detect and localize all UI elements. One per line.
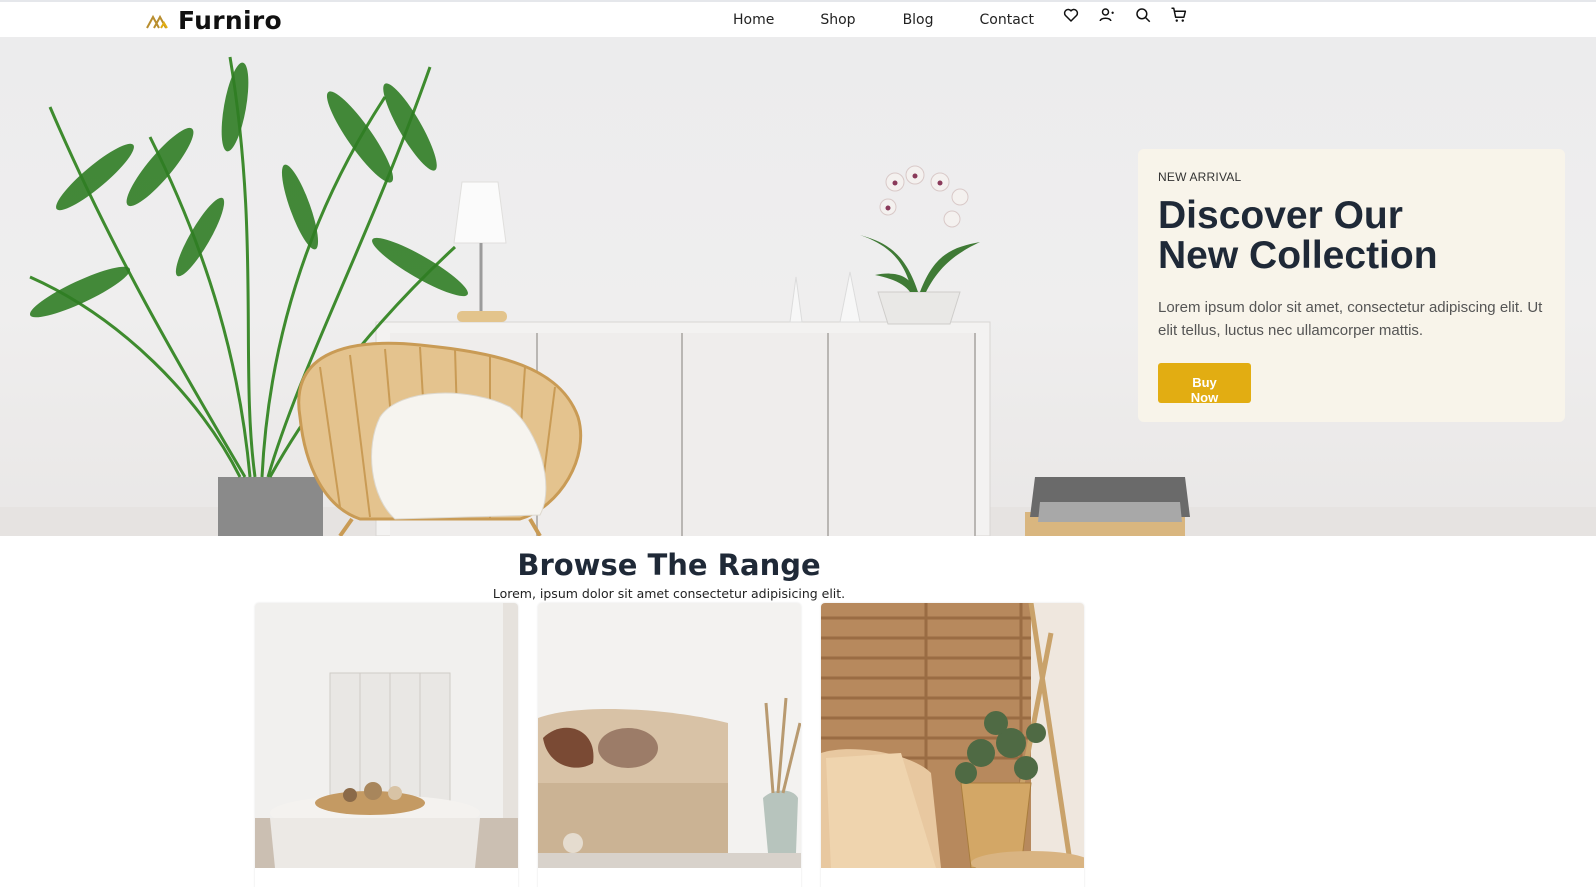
range-tile-living[interactable] [538, 603, 801, 887]
brand-name: Furniro [178, 6, 282, 35]
range-image-living [538, 603, 801, 868]
buy-now-button[interactable]: Buy Now [1158, 363, 1251, 405]
hero-title-line1: Discover Our [1158, 194, 1403, 237]
cart-icon[interactable] [1170, 6, 1188, 24]
heart-icon[interactable] [1062, 6, 1080, 24]
nav-home[interactable]: Home [733, 12, 774, 28]
range-tile-bedroom[interactable] [821, 603, 1084, 887]
range-tiles [255, 603, 1084, 887]
brand-logo[interactable]: Furniro [146, 6, 282, 35]
range-tile-dining[interactable] [255, 603, 518, 887]
hero-eyebrow: NEW ARRIVAL [1158, 170, 1242, 184]
account-icon[interactable] [1098, 6, 1116, 24]
range-image-bedroom [821, 603, 1084, 868]
new-arrival-card: NEW ARRIVAL Discover Our New Collection … [1138, 149, 1565, 422]
logo-mark-icon [146, 14, 168, 29]
nav-contact[interactable]: Contact [980, 12, 1034, 28]
hero-banner: NEW ARRIVAL Discover Our New Collection … [0, 37, 1596, 536]
hero-title-line2: New Collection [1158, 234, 1438, 277]
hero-title: Discover Our New Collection [1158, 196, 1545, 276]
header-icons [1062, 6, 1188, 24]
range-image-dining [255, 603, 518, 868]
hero-description: Lorem ipsum dolor sit amet, consectetur … [1158, 299, 1543, 339]
main-nav: Home Shop Blog Contact [733, 12, 1080, 28]
nav-shop[interactable]: Shop [820, 12, 855, 28]
nav-blog[interactable]: Blog [903, 12, 934, 28]
browse-subtitle: Lorem, ipsum dolor sit amet consectetur … [492, 586, 846, 601]
search-icon[interactable] [1134, 6, 1152, 24]
site-header: Furniro Home Shop Blog Contact [0, 0, 1596, 37]
browse-title: Browse The Range [517, 548, 821, 582]
